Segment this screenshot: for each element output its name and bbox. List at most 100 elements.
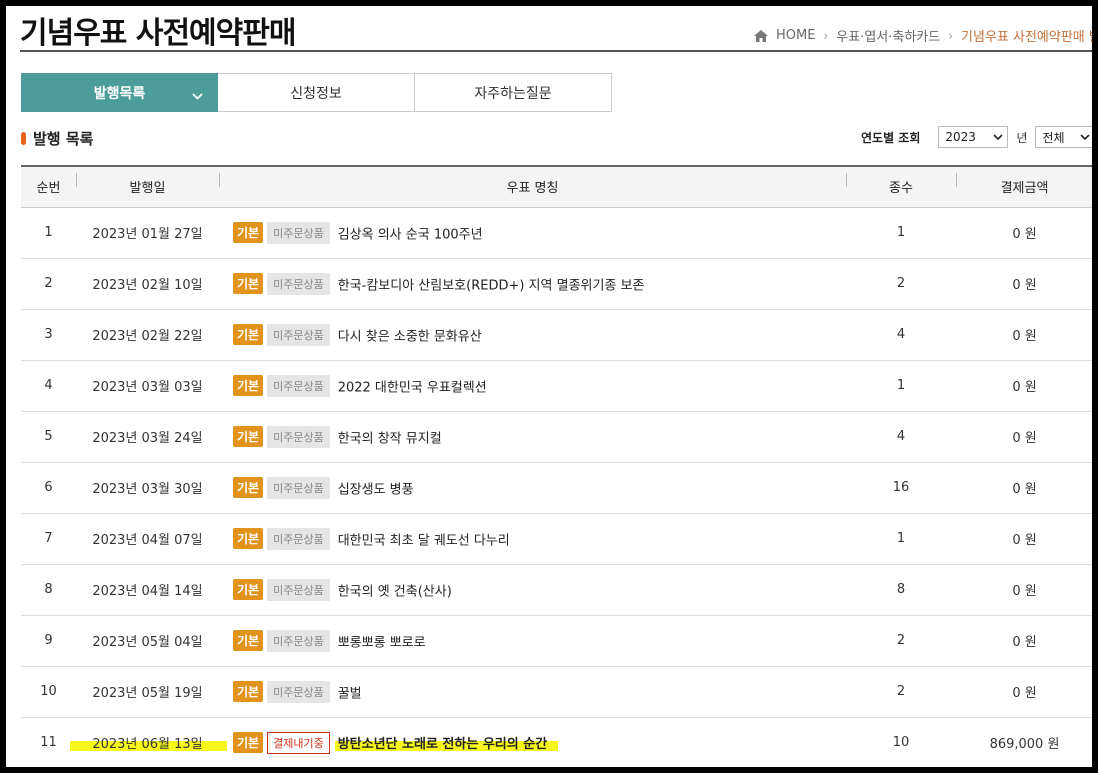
basic-badge: 기본 — [233, 375, 264, 396]
tab-label: 발행목록 — [93, 85, 146, 102]
basic-badge: 기본 — [233, 681, 264, 702]
order-status-badge: 미주문상품 — [267, 221, 330, 244]
stamp-count: 4 — [846, 411, 956, 463]
order-status-badge: 미주문상품 — [267, 527, 330, 550]
stamp-count: 4 — [846, 309, 956, 361]
stamp-name-cell: 기본 미주문상품 김상옥 의사 순국 100주년 — [219, 207, 846, 259]
basic-badge: 기본 — [233, 630, 264, 651]
payment-amount: 869,000 원 — [956, 717, 1092, 767]
tab-issue-list[interactable]: 발행목록 — [21, 73, 218, 112]
issue-date: 2023년 03월 03일 — [76, 360, 219, 412]
row-number: 10 — [21, 666, 76, 718]
breadcrumb-level1[interactable]: 우표·엽서·축하카드 — [836, 26, 940, 45]
basic-badge: 기본 — [233, 222, 264, 243]
payment-amount: 0 원 — [956, 258, 1092, 310]
stamp-name-link[interactable]: 방탄소년단 노래로 전하는 우리의 순간 — [338, 737, 547, 752]
table-row[interactable]: 3 2023년 02월 22일 기본 미주문상품 다시 찾은 소중한 문화유산 4 0 원 — [21, 309, 1092, 361]
payment-amount: 0 원 — [956, 411, 1092, 463]
breadcrumb-current[interactable]: 기념우표 사전예약판매 발행 — [961, 26, 1092, 45]
basic-badge: 기본 — [233, 732, 264, 753]
stamp-name-link[interactable]: 대한민국 최초 달 궤도선 다누리 — [338, 533, 510, 548]
issue-date: 2023년 04월 07일 — [76, 513, 219, 565]
chevron-down-icon — [192, 88, 203, 104]
issue-date: 2023년 02월 22일 — [76, 309, 219, 361]
issue-date: 2023년 06월 13일 — [76, 717, 219, 767]
stamp-count: 2 — [846, 258, 956, 310]
type-select[interactable]: 전체 — [1035, 126, 1092, 148]
table-row[interactable]: 4 2023년 03월 03일 기본 미주문상품 2022 대한민국 우표컬렉션 1 0 원 — [21, 360, 1092, 412]
issue-list-table: 순번 발행일 우표 명칭 종수 결제금액 1 2023년 01월 27일 기본 미주문… — [21, 165, 1092, 767]
table-row[interactable]: 10 2023년 05월 19일 기본 미주문상품 꿀벌 2 0 원 — [21, 666, 1092, 718]
tab-faq[interactable]: 자주하는질문 — [415, 73, 612, 112]
home-icon[interactable] — [754, 29, 768, 42]
order-status-badge: 미주문상품 — [267, 272, 330, 295]
payment-amount: 0 원 — [956, 462, 1092, 514]
basic-badge: 기본 — [233, 273, 264, 294]
payment-amount: 0 원 — [956, 513, 1092, 565]
payment-amount: 0 원 — [956, 360, 1092, 412]
year-unit-label: 년 — [1016, 130, 1028, 145]
row-number: 4 — [21, 360, 76, 412]
row-number: 11 — [21, 717, 76, 767]
order-status-badge: 미주문상품 — [267, 323, 330, 346]
type-select-value: 전체 — [1042, 130, 1065, 145]
issue-date: 2023년 03월 24일 — [76, 411, 219, 463]
table-row[interactable]: 7 2023년 04월 07일 기본 미주문상품 대한민국 최초 달 궤도선 다누리 1 0… — [21, 513, 1092, 565]
payment-amount: 0 원 — [956, 615, 1092, 667]
stamp-name-link[interactable]: 뽀롱뽀롱 뽀로로 — [338, 635, 426, 650]
section-header: 발행 목록 연도별 조회 2023 년 전체 — [21, 126, 1092, 150]
payment-amount: 0 원 — [956, 309, 1092, 361]
order-status-badge: 결제내기중 — [267, 731, 330, 754]
table-row[interactable]: 5 2023년 03월 24일 기본 미주문상품 한국의 창작 뮤지컬 4 0 원 — [21, 411, 1092, 463]
order-status-badge: 미주문상품 — [267, 578, 330, 601]
tab-application-info[interactable]: 신청정보 — [218, 73, 415, 112]
stamp-name-link[interactable]: 십장생도 병풍 — [338, 482, 414, 497]
year-filter: 연도별 조회 2023 년 전체 — [861, 126, 1092, 148]
stamp-name-link[interactable]: 김상옥 의사 순국 100주년 — [338, 227, 483, 242]
stamp-name-link[interactable]: 한국의 창작 뮤지컬 — [338, 431, 442, 446]
chevron-right-icon: › — [823, 28, 829, 43]
row-number: 5 — [21, 411, 76, 463]
chevron-down-icon — [993, 134, 1003, 140]
row-number: 1 — [21, 207, 76, 259]
row-number: 6 — [21, 462, 76, 514]
order-status-badge: 미주문상품 — [267, 425, 330, 448]
breadcrumb: HOME › 우표·엽서·축하카드 › 기념우표 사전예약판매 발행 — [754, 26, 1092, 45]
basic-badge: 기본 — [233, 426, 264, 447]
stamp-count: 1 — [846, 360, 956, 412]
stamp-name-link[interactable]: 꿀벌 — [338, 686, 362, 701]
stamp-name-cell: 기본 미주문상품 한국의 창작 뮤지컬 — [219, 411, 846, 463]
table-row[interactable]: 2 2023년 02월 10일 기본 미주문상품 한국-캄보디아 산림보호(REDD+)… — [21, 258, 1092, 310]
stamp-name-link[interactable]: 한국-캄보디아 산림보호(REDD+) 지역 멸종위기종 보존 — [338, 278, 645, 293]
stamp-name-cell: 기본 미주문상품 대한민국 최초 달 궤도선 다누리 — [219, 513, 846, 565]
chevron-right-icon: › — [948, 28, 954, 43]
column-header-name: 우표 명칭 — [219, 166, 846, 208]
payment-amount: 0 원 — [956, 564, 1092, 616]
stamp-name-link[interactable]: 다시 찾은 소중한 문화유산 — [338, 329, 482, 344]
table-row[interactable]: 8 2023년 04월 14일 기본 미주문상품 한국의 옛 건축(산사) 8 0 원 — [21, 564, 1092, 616]
year-select-value: 2023 — [945, 130, 976, 144]
section-title: 발행 목록 — [33, 130, 94, 148]
stamp-count: 1 — [846, 513, 956, 565]
issue-date: 2023년 05월 19일 — [76, 666, 219, 718]
table-row[interactable]: 1 2023년 01월 27일 기본 미주문상품 김상옥 의사 순국 100주년 1 0 원 — [21, 207, 1092, 259]
year-select[interactable]: 2023 — [938, 126, 1009, 148]
tab-label: 자주하는질문 — [474, 85, 552, 102]
stamp-count: 8 — [846, 564, 956, 616]
breadcrumb-home[interactable]: HOME — [776, 28, 815, 43]
tab-label: 신청정보 — [290, 85, 342, 102]
table-row[interactable]: 9 2023년 05월 04일 기본 미주문상품 뽀롱뽀롱 뽀로로 2 0 원 — [21, 615, 1092, 667]
issue-date: 2023년 05월 04일 — [76, 615, 219, 667]
issue-date: 2023년 02월 10일 — [76, 258, 219, 310]
table-row[interactable]: 11 2023년 06월 13일 기본 결제내기중 방탄소년단 노래로 전하는 우리의 … — [21, 717, 1092, 767]
row-number: 2 — [21, 258, 76, 310]
order-status-badge: 미주문상품 — [267, 374, 330, 397]
stamp-count: 10 — [846, 717, 956, 767]
stamp-name-link[interactable]: 한국의 옛 건축(산사) — [338, 584, 452, 599]
payment-amount: 0 원 — [956, 207, 1092, 259]
stamp-name-link[interactable]: 2022 대한민국 우표컬렉션 — [338, 380, 487, 395]
page-header: 기념우표 사전예약판매 HOME › 우표·엽서·축하카드 › 기념우표 사전예… — [20, 6, 1092, 52]
page-title: 기념우표 사전예약판매 — [20, 16, 296, 51]
stamp-name-cell: 기본 미주문상품 한국-캄보디아 산림보호(REDD+) 지역 멸종위기종 보존 — [219, 258, 846, 310]
table-row[interactable]: 6 2023년 03월 30일 기본 미주문상품 십장생도 병풍 16 0 원 — [21, 462, 1092, 514]
